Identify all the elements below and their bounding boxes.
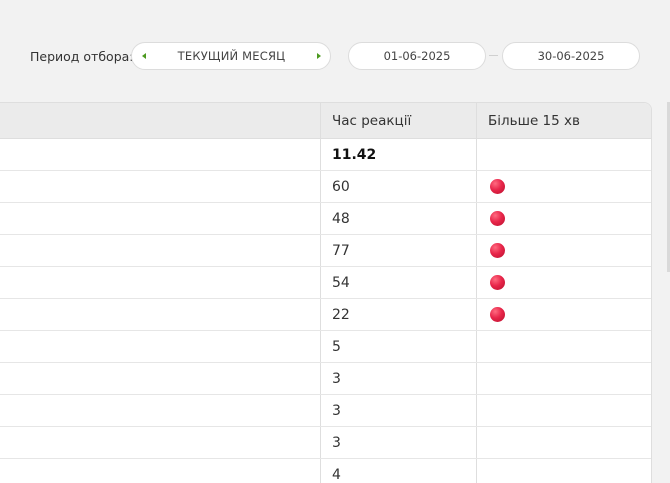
over-15-min-cell — [477, 299, 651, 330]
summary-name-cell — [0, 139, 321, 170]
period-value: ТЕКУЩИЙ МЕСЯЦ — [177, 49, 286, 63]
table-row[interactable]: 3 — [0, 427, 651, 459]
red-dot-icon — [490, 275, 505, 290]
name-cell — [0, 299, 321, 330]
name-cell — [0, 267, 321, 298]
red-dot-icon — [490, 243, 505, 258]
name-cell — [0, 235, 321, 266]
reaction-time-cell: 60 — [321, 171, 477, 202]
red-dot-icon — [490, 211, 505, 226]
reaction-time-cell: 4 — [321, 459, 477, 483]
reaction-time-cell: 54 — [321, 267, 477, 298]
name-cell — [0, 363, 321, 394]
reaction-time-cell: 3 — [321, 363, 477, 394]
over-15-min-cell — [477, 459, 651, 483]
name-cell — [0, 203, 321, 234]
table-row[interactable]: 77 — [0, 235, 651, 267]
table-row[interactable]: 22 — [0, 299, 651, 331]
next-period-icon[interactable] — [316, 53, 321, 59]
name-cell — [0, 427, 321, 458]
over-15-min-cell — [477, 171, 651, 202]
reaction-time-cell: 22 — [321, 299, 477, 330]
period-label: Период отбора: — [30, 49, 134, 64]
name-cell — [0, 171, 321, 202]
date-separator — [489, 55, 498, 56]
reaction-time-cell: 3 — [321, 395, 477, 426]
page: Период отбора: ТЕКУЩИЙ МЕСЯЦ 01-06-2025 … — [0, 0, 670, 483]
over-15-min-cell — [477, 235, 651, 266]
table-row[interactable]: 4 — [0, 459, 651, 483]
name-cell — [0, 331, 321, 362]
table-header: Час реакції Більше 15 хв — [0, 103, 651, 139]
name-cell — [0, 459, 321, 483]
reaction-time-cell: 3 — [321, 427, 477, 458]
reaction-time-cell: 48 — [321, 203, 477, 234]
over-15-min-cell — [477, 203, 651, 234]
over-15-min-cell — [477, 395, 651, 426]
over-15-min-cell — [477, 363, 651, 394]
over-15-min-cell — [477, 427, 651, 458]
summary-reaction-time: 11.42 — [321, 139, 477, 170]
table-row[interactable]: 54 — [0, 267, 651, 299]
date-from-field[interactable]: 01-06-2025 — [348, 42, 486, 70]
table-row[interactable]: 3 — [0, 363, 651, 395]
header-reaction-time[interactable]: Час реакції — [321, 103, 477, 138]
red-dot-icon — [490, 307, 505, 322]
table-row[interactable]: 48 — [0, 203, 651, 235]
table-row[interactable]: 3 — [0, 395, 651, 427]
prev-period-icon[interactable] — [142, 53, 146, 59]
period-picker[interactable]: ТЕКУЩИЙ МЕСЯЦ — [131, 42, 331, 70]
over-15-min-cell — [477, 331, 651, 362]
summary-row: 11.42 — [0, 139, 651, 171]
reaction-time-cell: 77 — [321, 235, 477, 266]
over-15-min-cell — [477, 267, 651, 298]
table-row[interactable]: 5 — [0, 331, 651, 363]
header-name[interactable] — [0, 103, 321, 138]
name-cell — [0, 395, 321, 426]
report-table: Час реакції Більше 15 хв 11.42 60 48 77 54 2… — [0, 102, 652, 483]
red-dot-icon — [490, 179, 505, 194]
table-row[interactable]: 60 — [0, 171, 651, 203]
reaction-time-cell: 5 — [321, 331, 477, 362]
header-over-15-min[interactable]: Більше 15 хв — [477, 103, 651, 138]
summary-flag-cell — [477, 139, 651, 170]
date-to-field[interactable]: 30-06-2025 — [502, 42, 640, 70]
